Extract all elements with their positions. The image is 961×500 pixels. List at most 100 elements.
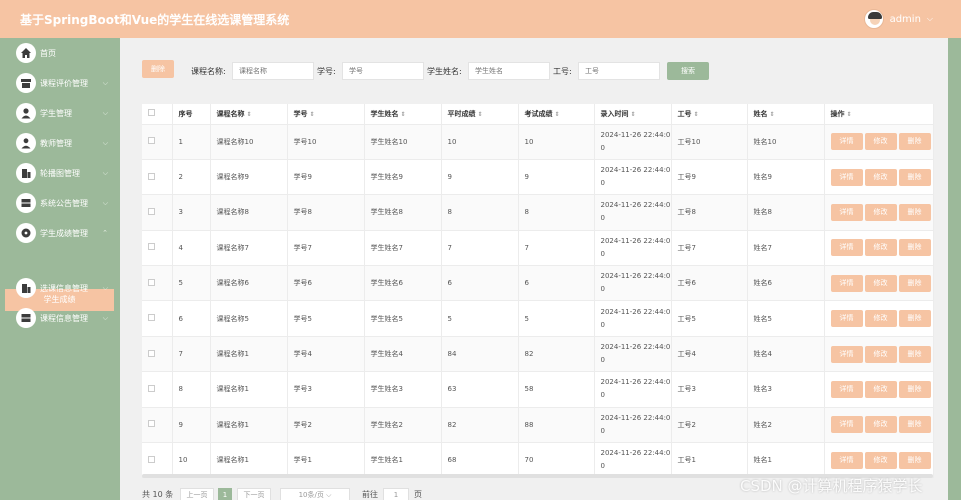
- cell-sname: 学生姓名4: [364, 336, 442, 373]
- row-checkbox[interactable]: [142, 336, 173, 373]
- cell-time: 2024-11-26 22:44:00: [594, 159, 672, 196]
- sidebar-item-course-review[interactable]: 课程评价管理 ⌵: [0, 68, 120, 98]
- col-header[interactable]: 学号 ⇕: [287, 104, 365, 125]
- app-title: 基于SpringBoot和Vue的学生在线选课管理系统: [20, 13, 290, 27]
- detail-button[interactable]: 详情: [830, 133, 863, 151]
- edit-button[interactable]: 修改: [864, 203, 897, 221]
- col-header[interactable]: 考试成绩 ⇕: [518, 104, 595, 125]
- detail-button[interactable]: 详情: [830, 451, 863, 469]
- batch-delete-button[interactable]: 删除: [142, 60, 174, 78]
- col-header[interactable]: 工号 ⇕: [671, 104, 748, 125]
- cell-tname: 姓名7: [747, 230, 825, 267]
- sidebar-item-home[interactable]: 首页: [0, 38, 120, 68]
- sidebar-item-announcements[interactable]: 系统公告管理 ⌵: [0, 188, 120, 218]
- work-no-input[interactable]: [578, 62, 660, 80]
- edit-button[interactable]: 修改: [864, 133, 897, 151]
- col-header[interactable]: 序号: [172, 104, 211, 125]
- avatar[interactable]: [863, 9, 884, 29]
- detail-button[interactable]: 详情: [830, 274, 863, 292]
- student-no-input[interactable]: [342, 62, 424, 80]
- row-checkbox[interactable]: [142, 159, 173, 196]
- page-size-select[interactable]: 10条/页 ⌵: [280, 488, 350, 500]
- edit-button[interactable]: 修改: [864, 416, 897, 434]
- edit-button[interactable]: 修改: [864, 451, 897, 469]
- select-all-checkbox[interactable]: [142, 104, 173, 125]
- student-no-label: 学号:: [317, 67, 336, 76]
- col-header[interactable]: 操作 ⇕: [824, 104, 934, 125]
- sidebar-item-courses[interactable]: 课程信息管理 ⌵: [0, 303, 120, 333]
- row-checkbox[interactable]: [142, 407, 173, 444]
- delete-button[interactable]: 删除: [898, 239, 931, 257]
- row-checkbox[interactable]: [142, 300, 173, 337]
- disc-icon: [16, 223, 36, 243]
- search-button[interactable]: 搜索: [667, 62, 709, 80]
- prev-page-button[interactable]: 上一页: [180, 488, 214, 500]
- sidebar-item-enrollment[interactable]: 选课信息管理 ⌵: [0, 273, 120, 303]
- row-checkbox[interactable]: [142, 371, 173, 408]
- row-checkbox[interactable]: [142, 124, 173, 160]
- sidebar-item-carousel[interactable]: 轮播图管理 ⌵: [0, 158, 120, 188]
- cell-sname: 学生姓名8: [364, 194, 442, 231]
- sidebar-item-teachers[interactable]: 教师管理 ⌵: [0, 128, 120, 158]
- home-icon: [16, 43, 36, 63]
- page-button[interactable]: 1: [218, 488, 232, 500]
- detail-button[interactable]: 详情: [830, 310, 863, 328]
- chevron-down-icon[interactable]: ⌵: [927, 14, 933, 24]
- next-page-button[interactable]: 下一页: [237, 488, 271, 500]
- edit-button[interactable]: 修改: [864, 274, 897, 292]
- cell-idx: 1: [172, 124, 211, 160]
- cell-sno: 学号1: [287, 442, 365, 479]
- cell-course: 课程名称1: [210, 336, 288, 373]
- cell-tname: 姓名5: [747, 300, 825, 337]
- row-checkbox[interactable]: [142, 442, 173, 479]
- row-checkbox[interactable]: [142, 265, 173, 302]
- user-menu[interactable]: admin ⌵: [863, 9, 933, 29]
- row-checkbox[interactable]: [142, 230, 173, 267]
- delete-button[interactable]: 删除: [898, 310, 931, 328]
- delete-button[interactable]: 删除: [898, 133, 931, 151]
- sidebar-item-label: 首页: [40, 48, 56, 58]
- delete-button[interactable]: 删除: [898, 380, 931, 398]
- col-header[interactable]: 姓名 ⇕: [747, 104, 825, 125]
- col-header[interactable]: 录入时间 ⇕: [594, 104, 672, 125]
- cell-exam: 10: [518, 124, 595, 160]
- sidebar-item-label: 学生成绩管理: [40, 228, 88, 238]
- sidebar-item-grades[interactable]: 学生成绩管理 ⌃: [0, 218, 120, 248]
- cell-usual: 63: [441, 371, 519, 408]
- cell-wno: 工号9: [671, 159, 748, 196]
- detail-button[interactable]: 详情: [830, 168, 863, 186]
- edit-button[interactable]: 修改: [864, 168, 897, 186]
- col-header[interactable]: 课程名称 ⇕: [210, 104, 288, 125]
- cell-course: 课程名称10: [210, 124, 288, 160]
- col-header[interactable]: 学生姓名 ⇕: [364, 104, 442, 125]
- username[interactable]: admin: [890, 14, 921, 25]
- delete-button[interactable]: 删除: [898, 203, 931, 221]
- edit-button[interactable]: 修改: [864, 380, 897, 398]
- course-name-input[interactable]: [232, 62, 314, 80]
- detail-button[interactable]: 详情: [830, 416, 863, 434]
- row-actions: 详情 修改 删除: [824, 194, 934, 231]
- edit-button[interactable]: 修改: [864, 239, 897, 257]
- delete-button[interactable]: 删除: [898, 416, 931, 434]
- detail-button[interactable]: 详情: [830, 239, 863, 257]
- server-icon: [16, 308, 36, 328]
- edit-button[interactable]: 修改: [864, 345, 897, 363]
- row-checkbox[interactable]: [142, 194, 173, 231]
- table-header-row: 序号 课程名称 ⇕ 学号 ⇕ 学生姓名 ⇕ 平时成绩 ⇕ 考试成绩 ⇕ 录入时间 ⇕ 工号 ⇕…: [142, 104, 934, 125]
- student-name-input[interactable]: [468, 62, 550, 80]
- edit-button[interactable]: 修改: [864, 310, 897, 328]
- delete-button[interactable]: 删除: [898, 451, 931, 469]
- detail-button[interactable]: 详情: [830, 380, 863, 398]
- cell-course: 课程名称7: [210, 230, 288, 267]
- delete-button[interactable]: 删除: [898, 274, 931, 292]
- detail-button[interactable]: 详情: [830, 203, 863, 221]
- goto-page-input[interactable]: 1: [383, 488, 409, 500]
- sidebar-item-students[interactable]: 学生管理 ⌵: [0, 98, 120, 128]
- cell-usual: 7: [441, 230, 519, 267]
- delete-button[interactable]: 删除: [898, 168, 931, 186]
- delete-button[interactable]: 删除: [898, 345, 931, 363]
- cell-time: 2024-11-26 22:44:00: [594, 230, 672, 267]
- col-header[interactable]: 平时成绩 ⇕: [441, 104, 519, 125]
- detail-button[interactable]: 详情: [830, 345, 863, 363]
- chevron-down-icon: ⌵: [102, 108, 108, 117]
